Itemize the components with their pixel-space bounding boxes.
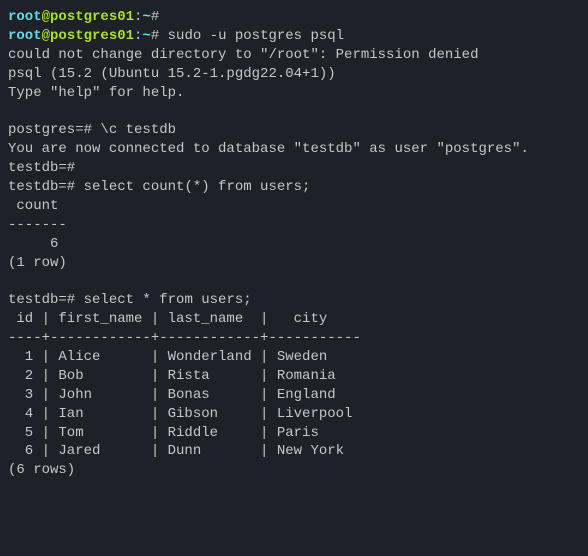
- output-help: Type "help" for help.: [8, 84, 580, 103]
- psql-count-query[interactable]: testdb=# select count(*) from users;: [8, 178, 580, 197]
- command-sudo: sudo -u postgres psql: [168, 28, 344, 44]
- table-header: id | first_name | last_name | city: [8, 310, 580, 329]
- output-version: psql (15.2 (Ubuntu 15.2-1.pgdg22.04+1)): [8, 65, 580, 84]
- table-row: 5 | Tom | Riddle | Paris: [8, 424, 580, 443]
- psql-prompt: testdb=#: [8, 292, 75, 308]
- psql-cmd-connect: \c testdb: [100, 122, 176, 138]
- prompt-line-2[interactable]: root@postgres01:~# sudo -u postgres psql: [8, 27, 580, 46]
- count-divider: -------: [8, 216, 580, 235]
- hash: #: [151, 9, 159, 25]
- path: ~: [142, 9, 150, 25]
- table-rowcount: (6 rows): [8, 461, 580, 480]
- psql-prompt: testdb=#: [8, 179, 75, 195]
- blank: [8, 272, 580, 291]
- query-select: select * from users;: [84, 292, 252, 308]
- table-row: 1 | Alice | Wonderland | Sweden: [8, 348, 580, 367]
- psql-prompt: postgres=#: [8, 122, 92, 138]
- psql-connect[interactable]: postgres=# \c testdb: [8, 121, 580, 140]
- table-row: 4 | Ian | Gibson | Liverpool: [8, 405, 580, 424]
- path: ~: [142, 28, 150, 44]
- table-divider: ----+------------+------------+---------…: [8, 329, 580, 348]
- psql-prompt-empty[interactable]: testdb=#: [8, 159, 580, 178]
- user-root: root: [8, 28, 42, 44]
- blank: [8, 102, 580, 121]
- count-header: count: [8, 197, 580, 216]
- host: @postgres01: [42, 28, 134, 44]
- count-value: 6: [8, 235, 580, 254]
- prompt-line-1: root@postgres01:~#: [8, 8, 580, 27]
- table-row: 3 | John | Bonas | England: [8, 386, 580, 405]
- psql-select-query[interactable]: testdb=# select * from users;: [8, 291, 580, 310]
- count-rows: (1 row): [8, 254, 580, 273]
- table-row: 2 | Bob | Rista | Romania: [8, 367, 580, 386]
- hash: #: [151, 28, 159, 44]
- query-count: select count(*) from users;: [84, 179, 311, 195]
- table-row: 6 | Jared | Dunn | New York: [8, 442, 580, 461]
- host: @postgres01: [42, 9, 134, 25]
- user-root: root: [8, 9, 42, 25]
- output-warning: could not change directory to "/root": P…: [8, 46, 580, 65]
- psql-connected-msg: You are now connected to database "testd…: [8, 140, 580, 159]
